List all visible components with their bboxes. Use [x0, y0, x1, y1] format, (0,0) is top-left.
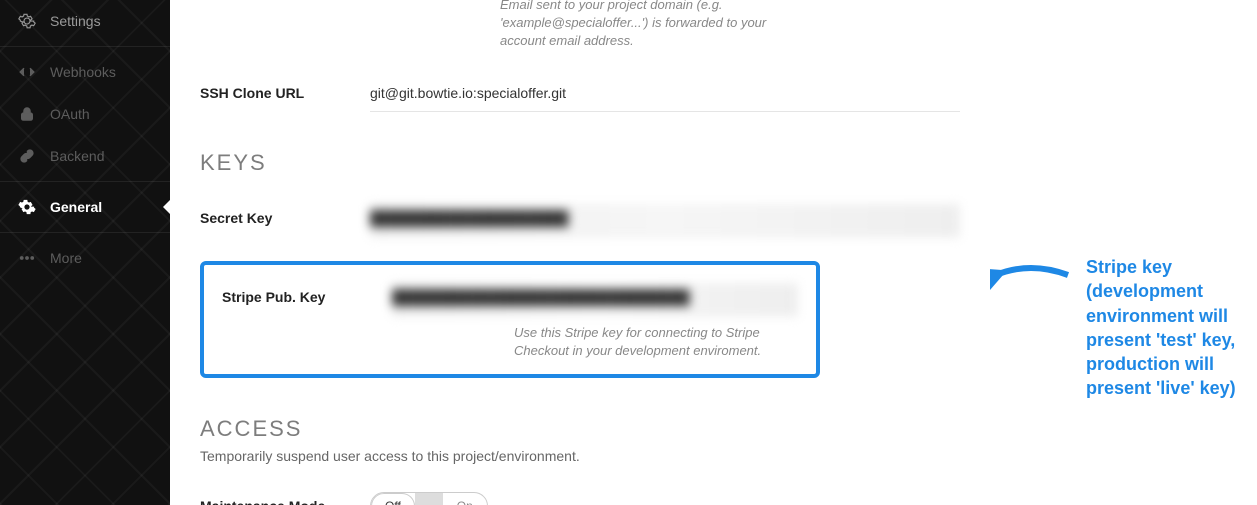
sidebar-item-label: More	[50, 250, 82, 266]
toggle-divider	[415, 493, 443, 505]
sidebar-divider	[0, 46, 170, 47]
secret-key-label: Secret Key	[200, 204, 370, 226]
toggle-on[interactable]: On	[443, 493, 487, 505]
ssh-clone-row: SSH Clone URL git@git.bowtie.io:specialo…	[200, 79, 960, 112]
main-content: Email sent to your project domain (e.g. …	[170, 0, 1257, 505]
sidebar-item-more[interactable]: More	[0, 237, 170, 279]
code-icon	[18, 63, 36, 81]
arrow-icon	[990, 255, 1070, 295]
sidebar-item-label: General	[50, 199, 102, 215]
ssh-clone-label: SSH Clone URL	[200, 79, 370, 101]
maintenance-toggle[interactable]: Off On	[370, 492, 488, 505]
email-forward-note: Email sent to your project domain (e.g. …	[500, 0, 807, 51]
sidebar-item-label: OAuth	[50, 106, 90, 122]
email-note-line1: Email sent to your project domain (e.g.	[500, 0, 807, 14]
annotation-wrap: Stripe key (development environment will…	[990, 255, 1257, 401]
maintenance-label: Maintenance Mode	[200, 492, 370, 505]
maintenance-row: Maintenance Mode Off On	[200, 492, 960, 505]
sidebar-divider	[0, 181, 170, 182]
lock-icon	[18, 105, 36, 123]
secret-key-value[interactable]: ████████████████████	[370, 204, 960, 237]
dots-icon	[18, 249, 36, 267]
sidebar-item-label: Settings	[50, 13, 101, 29]
sidebar-item-label: Webhooks	[50, 64, 116, 80]
stripe-key-hint: Use this Stripe key for connecting to St…	[392, 324, 792, 360]
email-note-line2: 'example@specialoffer...') is forwarded …	[500, 14, 807, 50]
access-section-title: ACCESS	[200, 416, 1227, 442]
secret-key-row: Secret Key ████████████████████	[200, 204, 960, 237]
sidebar-item-backend[interactable]: Backend	[0, 135, 170, 177]
sidebar-item-webhooks[interactable]: Webhooks	[0, 51, 170, 93]
gear-icon	[18, 12, 36, 30]
keys-section-title: KEYS	[200, 150, 1227, 176]
stripe-key-row: Stripe Pub. Key ████████████████████████…	[222, 283, 798, 360]
sidebar-item-general[interactable]: General	[0, 186, 170, 228]
sidebar-divider	[0, 232, 170, 233]
sidebar-item-label: Backend	[50, 148, 104, 164]
sidebar: Settings Webhooks OAuth Backend General …	[0, 0, 170, 505]
stripe-key-label: Stripe Pub. Key	[222, 283, 392, 305]
access-subtitle: Temporarily suspend user access to this …	[200, 448, 1227, 464]
toggle-off[interactable]: Off	[371, 493, 415, 505]
stripe-key-highlight: Stripe Pub. Key ████████████████████████…	[200, 261, 820, 378]
sidebar-item-oauth[interactable]: OAuth	[0, 93, 170, 135]
ssh-clone-value[interactable]: git@git.bowtie.io:specialoffer.git	[370, 79, 960, 112]
annotation-text: Stripe key (development environment will…	[1086, 255, 1257, 401]
gear-icon	[18, 198, 36, 216]
link-icon	[18, 147, 36, 165]
sidebar-item-settings[interactable]: Settings	[0, 0, 170, 42]
stripe-key-value[interactable]: ██████████████████████████████	[392, 283, 798, 316]
